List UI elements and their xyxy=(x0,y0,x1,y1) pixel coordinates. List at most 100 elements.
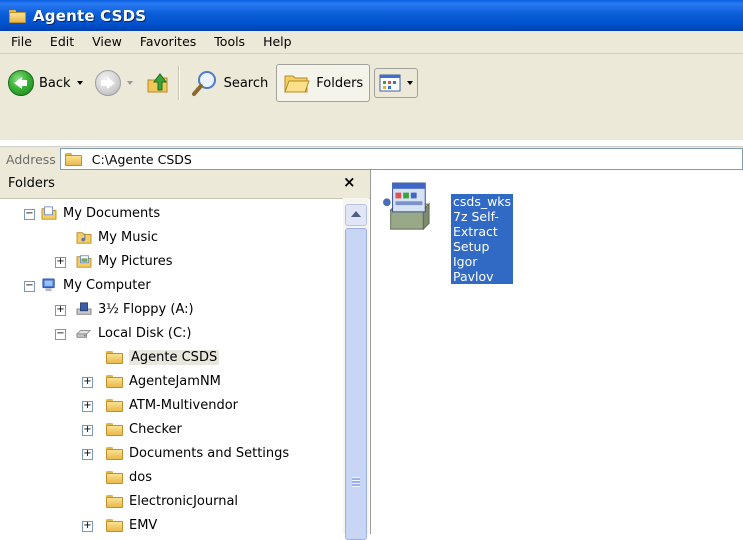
tree-item-label: ATM-Multivendor xyxy=(129,397,238,413)
hard-disk-icon xyxy=(75,329,92,338)
address-value: C:\Agente CSDS xyxy=(91,151,192,167)
toolbar: Back Search Folders xyxy=(0,54,743,140)
back-dropdown-icon[interactable] xyxy=(76,81,83,85)
menu-favorites[interactable]: Favorites xyxy=(131,31,205,53)
tree-item-my-pictures[interactable]: My Pictures xyxy=(75,250,173,272)
close-icon[interactable]: × xyxy=(343,173,356,191)
up-folder-icon xyxy=(147,73,168,93)
collapse-icon[interactable]: − xyxy=(55,329,66,340)
back-button[interactable]: Back xyxy=(4,63,87,103)
expand-icon[interactable]: + xyxy=(82,401,93,412)
up-folder-button[interactable] xyxy=(141,63,175,103)
tree-item-agentejamnm[interactable]: AgenteJamNM xyxy=(106,370,221,392)
tree-item-label: ElectronicJournal xyxy=(129,493,239,509)
tree-item-label: EMV xyxy=(129,517,158,533)
folder-icon xyxy=(106,494,124,508)
title-bar[interactable]: Agente CSDS xyxy=(0,0,743,31)
tree-item-label: AgenteJamNM xyxy=(129,373,221,389)
tree-item-label: dos xyxy=(129,469,152,485)
tree-item-atm-multivendor[interactable]: ATM-Multivendor xyxy=(106,394,238,416)
forward-button[interactable] xyxy=(91,63,137,103)
folders-scrollbar[interactable] xyxy=(343,198,369,540)
address-input[interactable]: C:\Agente CSDS xyxy=(59,148,743,170)
expand-icon[interactable]: + xyxy=(82,449,93,460)
views-icon xyxy=(379,74,401,92)
expand-icon[interactable]: + xyxy=(82,377,93,388)
window-title: Agente CSDS xyxy=(33,6,147,25)
tree-item-label: 3½ Floppy (A:) xyxy=(98,301,194,317)
tree-item-label: My Documents xyxy=(63,205,161,221)
folder-icon xyxy=(64,152,83,166)
my-pictures-icon xyxy=(76,255,92,268)
folder-icon xyxy=(106,350,124,364)
back-arrow-icon xyxy=(8,70,34,96)
menu-file[interactable]: File xyxy=(0,31,41,53)
expand-icon[interactable]: + xyxy=(55,257,66,268)
toolbar-separator xyxy=(177,66,180,100)
search-label: Search xyxy=(223,75,269,91)
tree-item-my-music[interactable]: My Music xyxy=(75,226,158,248)
file-list-pane: csds_wks 7z Self-Extract Setup Igor Pavl… xyxy=(371,170,743,534)
collapse-icon[interactable]: − xyxy=(24,209,35,220)
tree-item-local-disk[interactable]: Local Disk (C:) xyxy=(75,322,191,344)
file-type: 7z Self-Extract Setup xyxy=(453,209,499,254)
my-computer-icon xyxy=(42,278,55,292)
expand-icon[interactable]: + xyxy=(82,521,93,532)
tree-item-label: Documents and Settings xyxy=(129,445,290,461)
back-label: Back xyxy=(39,75,71,91)
folder-icon xyxy=(106,518,124,532)
folder-icon xyxy=(106,422,124,436)
menu-tools[interactable]: Tools xyxy=(205,31,254,53)
menu-bar: File Edit View Favorites Tools Help xyxy=(0,31,743,54)
folder-tree: − My Documents My Music + My Pictures − … xyxy=(0,198,343,534)
menu-view[interactable]: View xyxy=(83,31,131,53)
tree-item-electronicjournal[interactable]: ElectronicJournal xyxy=(106,490,238,512)
tree-item-label: My Pictures xyxy=(98,253,173,269)
folder-icon xyxy=(9,9,27,23)
forward-arrow-icon xyxy=(94,70,121,96)
floppy-drive-icon xyxy=(76,302,92,315)
tree-item-agente-csds[interactable]: Agente CSDS xyxy=(106,346,220,368)
expand-icon[interactable]: + xyxy=(82,425,93,436)
tree-item-documents-and-settings[interactable]: Documents and Settings xyxy=(106,442,289,464)
scroll-up-icon[interactable] xyxy=(345,204,367,226)
file-item-csds-wks[interactable]: csds_wks 7z Self-Extract Setup Igor Pavl… xyxy=(383,180,514,284)
search-icon xyxy=(191,71,216,96)
menu-help[interactable]: Help xyxy=(254,31,301,53)
address-label: Address xyxy=(6,151,56,167)
collapse-icon[interactable]: − xyxy=(24,281,35,292)
scrollbar-thumb[interactable] xyxy=(345,228,367,540)
file-details: csds_wks 7z Self-Extract Setup Igor Pavl… xyxy=(451,194,514,284)
tree-item-label: Local Disk (C:) xyxy=(98,325,192,341)
tree-item-dos[interactable]: dos xyxy=(106,466,152,488)
search-button[interactable]: Search xyxy=(187,63,273,103)
views-dropdown-icon xyxy=(407,81,414,85)
tree-item-checker[interactable]: Checker xyxy=(106,418,182,440)
tree-item-my-computer[interactable]: My Computer xyxy=(40,274,151,296)
file-company: Igor Pavlov xyxy=(453,254,494,284)
tree-item-my-documents[interactable]: My Documents xyxy=(40,202,160,224)
forward-dropdown-icon[interactable] xyxy=(126,81,133,85)
tree-item-label: My Computer xyxy=(63,277,151,293)
my-music-icon xyxy=(76,232,92,244)
folders-label: Folders xyxy=(316,75,364,91)
folder-icon xyxy=(106,446,124,460)
menu-edit[interactable]: Edit xyxy=(41,31,83,53)
tree-item-floppy[interactable]: 3½ Floppy (A:) xyxy=(75,298,194,320)
tree-item-label: My Music xyxy=(98,229,159,245)
views-button[interactable] xyxy=(374,68,419,98)
address-bar: Address C:\Agente CSDS xyxy=(0,146,743,171)
file-name: csds_wks xyxy=(453,194,512,209)
my-documents-icon xyxy=(41,206,57,220)
tree-item-emv[interactable]: EMV xyxy=(106,514,157,534)
folders-button[interactable]: Folders xyxy=(276,64,371,102)
folders-pane-header: Folders × xyxy=(0,170,370,199)
tree-item-label: Agente CSDS xyxy=(129,349,220,365)
folder-icon xyxy=(106,470,124,484)
folder-icon xyxy=(106,398,124,412)
setup-installer-icon xyxy=(383,182,431,231)
folders-icon xyxy=(284,75,310,93)
expand-icon[interactable]: + xyxy=(55,305,66,316)
tree-item-label: Checker xyxy=(129,421,182,437)
folder-icon xyxy=(106,374,124,388)
